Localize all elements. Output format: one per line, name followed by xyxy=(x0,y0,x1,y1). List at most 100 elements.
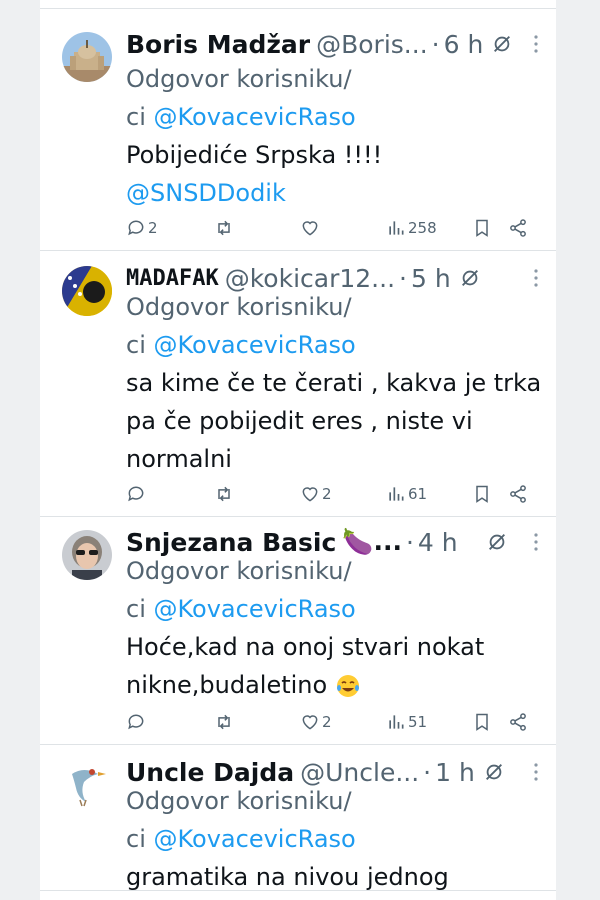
reply-context: Odgovor korisniku/ ci @KovacevicRaso xyxy=(126,782,546,858)
reply-context: Odgovor korisniku/ ci @KovacevicRaso xyxy=(126,552,546,628)
views-button[interactable]: 61 xyxy=(386,480,427,508)
tweet-actions: 2 61 xyxy=(126,480,546,508)
like-button[interactable]: 2 xyxy=(300,708,332,736)
timestamp[interactable]: 6 h xyxy=(444,30,484,59)
tweet-text: Hoće,kad na onoj stvari nokat nikne,buda… xyxy=(126,628,546,704)
user-handle[interactable]: @Boris... xyxy=(316,30,428,59)
more-options-icon[interactable] xyxy=(524,266,548,290)
bookmark-button[interactable] xyxy=(472,708,492,736)
reply-context: Odgovor korisniku/ ci @KovacevicRaso xyxy=(126,60,546,136)
tweet-text: sa kime če te čerati , kakva je trka pa … xyxy=(126,364,546,478)
replied-user-link[interactable]: @KovacevicRaso xyxy=(154,595,356,623)
avatar[interactable] xyxy=(62,530,112,580)
reply-context: Odgovor korisniku/ ci @KovacevicRaso xyxy=(126,288,546,364)
replied-user-link[interactable]: @KovacevicRaso xyxy=(154,825,356,853)
laughing-tears-emoji-icon xyxy=(336,675,359,697)
view-count: 51 xyxy=(408,713,428,731)
share-icon xyxy=(510,713,526,731)
views-button[interactable]: 258 xyxy=(386,214,437,242)
mention-link[interactable]: @SNSDDodik xyxy=(126,174,546,212)
more-options-icon[interactable] xyxy=(524,32,548,56)
tweet-card[interactable]: Boris Madžar @Boris... · 6 h Odgovor kor… xyxy=(40,22,556,250)
avatar[interactable] xyxy=(62,266,112,316)
bird-avatar-icon xyxy=(62,760,112,810)
retweet-button[interactable] xyxy=(214,708,234,736)
tweet-card[interactable]: MADAFAK @kokicar12... · 5 h Odgovor kori… xyxy=(40,256,556,516)
like-count: 2 xyxy=(322,713,332,731)
tweet-actions: 2 51 xyxy=(126,708,546,736)
view-count: 61 xyxy=(408,485,428,503)
reply-button[interactable] xyxy=(126,708,146,736)
church-avatar-icon xyxy=(62,32,112,82)
views-icon xyxy=(389,715,404,729)
reply-prefix: Odgovor korisniku/ xyxy=(126,557,352,585)
grok-icon[interactable] xyxy=(459,267,481,289)
heart-icon xyxy=(302,487,318,502)
reply-prefix-ci: ci xyxy=(126,825,154,853)
view-count: 258 xyxy=(408,219,437,237)
divider xyxy=(40,890,556,891)
share-button[interactable] xyxy=(508,214,528,242)
display-name[interactable]: Boris Madžar xyxy=(126,30,310,59)
reply-prefix: Odgovor korisniku/ xyxy=(126,293,352,321)
tweet-card[interactable]: Snjezana Basic 🍆... · 4 h Odgovor korisn… xyxy=(40,520,556,744)
tweet-text-line: nikne,budaletino xyxy=(126,671,328,699)
replied-user-link[interactable]: @KovacevicRaso xyxy=(154,103,356,131)
tweet-text: Pobijediće Srpska !!!! @SNSDDodik xyxy=(126,136,546,212)
like-button[interactable]: 2 xyxy=(300,480,332,508)
bookmark-button[interactable] xyxy=(472,214,492,242)
display-name[interactable]: MADAFAK xyxy=(126,266,219,291)
reply-button[interactable]: 2 xyxy=(126,214,158,242)
separator-dot: · xyxy=(431,29,440,59)
reply-button[interactable] xyxy=(126,480,146,508)
replied-user-link[interactable]: @KovacevicRaso xyxy=(154,331,356,359)
heart-icon xyxy=(302,221,318,236)
more-options-icon[interactable] xyxy=(524,530,548,554)
reply-icon xyxy=(128,486,144,502)
reply-icon xyxy=(128,714,144,730)
tweet-header: Boris Madžar @Boris... · 6 h xyxy=(126,26,546,62)
views-icon xyxy=(389,487,404,501)
retweet-button[interactable] xyxy=(214,214,234,242)
divider xyxy=(40,516,556,517)
grok-icon[interactable] xyxy=(483,761,505,783)
tweet-actions: 2 258 xyxy=(126,214,546,242)
reply-prefix: Odgovor korisniku/ xyxy=(126,65,352,93)
avatar[interactable] xyxy=(62,760,112,810)
share-icon xyxy=(510,219,526,237)
tweet-text-line: Pobijediće Srpska !!!! xyxy=(126,141,383,169)
tweet-text-line: pa če pobijedit eres , niste vi xyxy=(126,407,473,435)
heart-icon xyxy=(302,715,318,730)
bookmark-icon xyxy=(476,219,488,237)
flag-avatar-icon xyxy=(62,266,112,316)
retweet-icon xyxy=(218,714,230,730)
share-icon xyxy=(510,485,526,503)
woman-avatar-icon xyxy=(62,530,112,580)
views-button[interactable]: 51 xyxy=(386,708,427,736)
tweet-card[interactable]: Uncle Dajda @Uncle... · 1 h Odgovor kori… xyxy=(40,750,556,900)
bookmark-icon xyxy=(476,485,488,503)
reply-prefix-ci: ci xyxy=(126,595,154,623)
like-count: 2 xyxy=(322,485,332,503)
share-button[interactable] xyxy=(508,480,528,508)
tweet-text-line: Hoće,kad na onoj stvari nokat xyxy=(126,633,485,661)
tweet-text-line: normalni xyxy=(126,445,232,473)
reply-thread: Boris Madžar @Boris... · 6 h Odgovor kor… xyxy=(40,0,556,900)
bookmark-button[interactable] xyxy=(472,480,492,508)
retweet-icon xyxy=(218,486,230,502)
reply-icon xyxy=(128,220,144,236)
divider xyxy=(40,250,556,251)
share-button[interactable] xyxy=(508,708,528,736)
divider xyxy=(40,8,556,9)
more-options-icon[interactable] xyxy=(524,760,548,784)
avatar[interactable] xyxy=(62,32,112,82)
retweet-button[interactable] xyxy=(214,480,234,508)
tweet-text-line: sa kime če te čerati , kakva je trka xyxy=(126,369,542,397)
reply-prefix: Odgovor korisniku/ xyxy=(126,787,352,815)
reply-prefix-ci: ci xyxy=(126,103,154,131)
like-button[interactable] xyxy=(300,214,320,242)
reply-count: 2 xyxy=(148,219,158,237)
grok-icon[interactable] xyxy=(486,531,508,553)
grok-icon[interactable] xyxy=(491,33,513,55)
retweet-icon xyxy=(218,220,230,236)
